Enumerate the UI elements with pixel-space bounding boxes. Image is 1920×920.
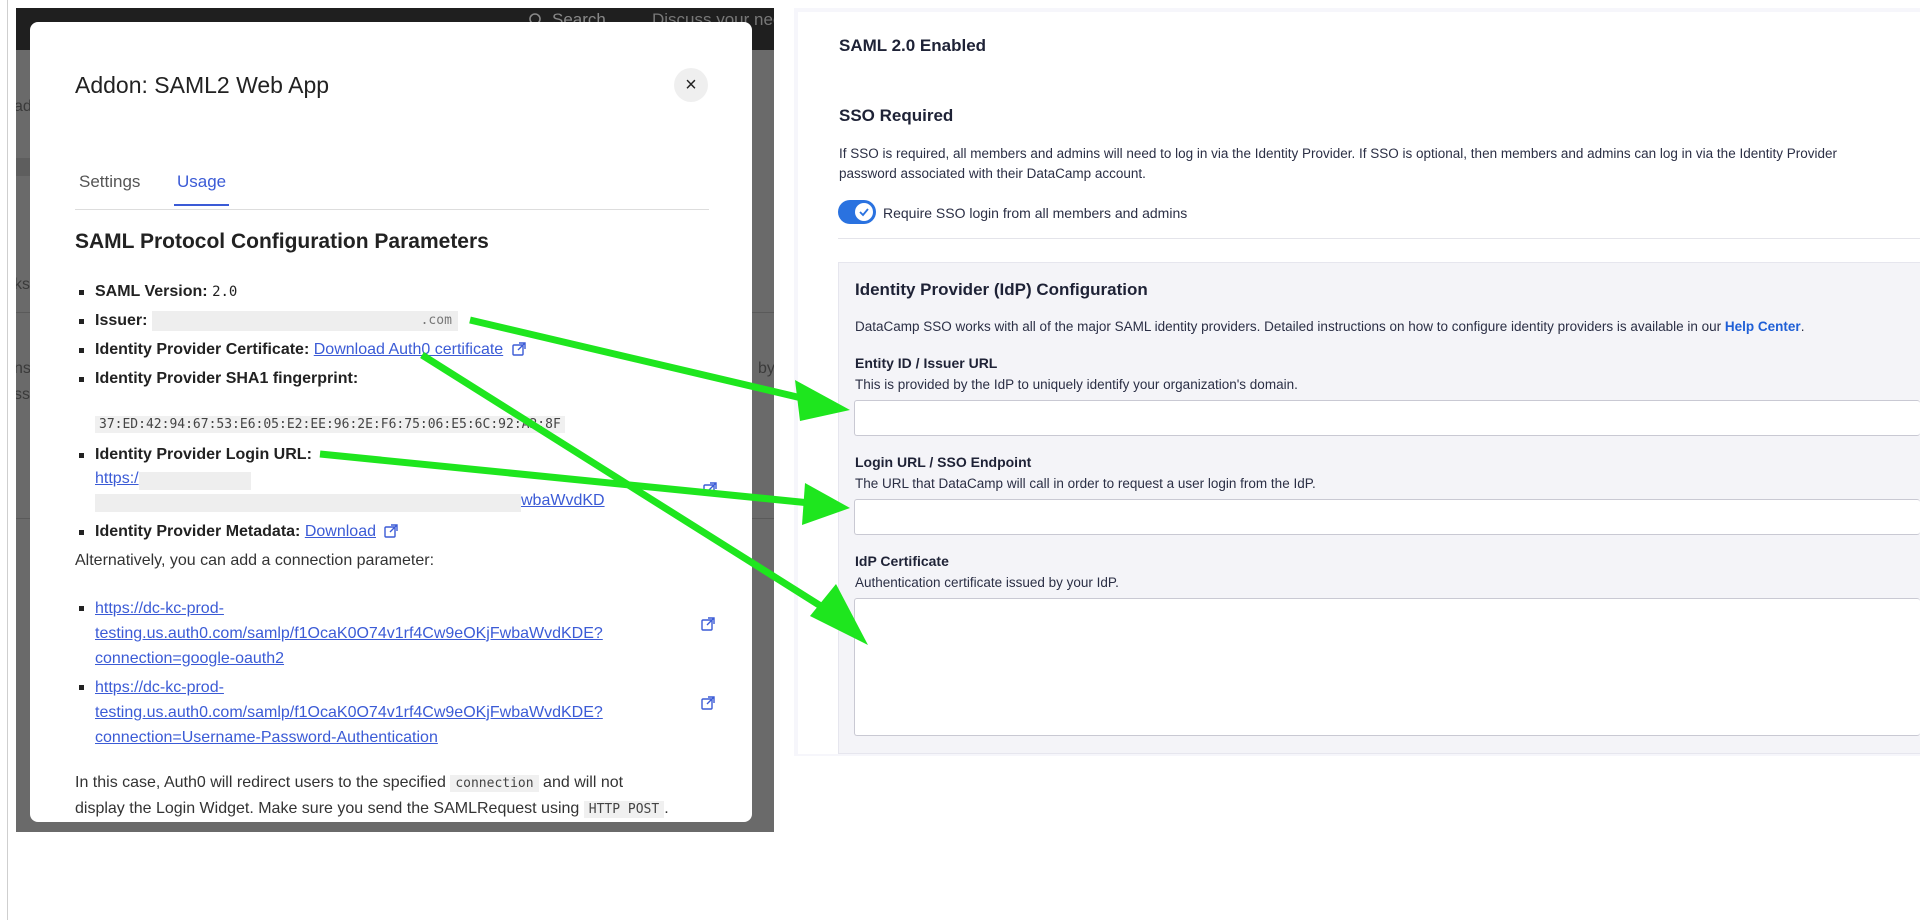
frame-left-edge: [7, 0, 8, 920]
idp-certificate-textarea[interactable]: [854, 598, 1920, 736]
tab-usage[interactable]: Usage: [174, 172, 230, 206]
link-line: connection=google-oauth2: [95, 650, 285, 667]
alt-connection-text: Alternatively, you can add a connection …: [75, 552, 435, 569]
entity-id-input[interactable]: [854, 400, 1920, 436]
help-center-link[interactable]: Help Center: [1725, 319, 1801, 334]
param-value: 2.0: [212, 284, 238, 300]
footer-text-part: In this case, Auth0 will redirect users …: [75, 774, 446, 791]
param-label: Identity Provider Certificate:: [95, 341, 310, 358]
connection-list: https://dc-kc-prod- testing.us.auth0.com…: [75, 596, 715, 754]
modal-tabs: Settings Usage: [75, 152, 709, 210]
login-url-link-end[interactable]: wbaWvdKD: [521, 492, 605, 510]
close-button[interactable]: ×: [674, 68, 708, 102]
external-link-icon[interactable]: [701, 696, 715, 710]
redacted-block: [95, 494, 521, 512]
login-url-help: The URL that DataCamp will call in order…: [855, 476, 1316, 491]
download-certificate-link[interactable]: Download Auth0 certificate: [314, 341, 503, 358]
connection-link[interactable]: https://dc-kc-prod- testing.us.auth0.com…: [95, 679, 603, 746]
param-label: Issuer:: [95, 312, 148, 330]
idp-description: DataCamp SSO works with all of the major…: [855, 317, 1804, 337]
param-label: Identity Provider SHA1 fingerprint:: [95, 370, 359, 387]
require-sso-toggle[interactable]: [838, 200, 876, 224]
toggle-label: Require SSO login from all members and a…: [883, 205, 1188, 221]
external-link-icon[interactable]: [703, 482, 717, 496]
login-url-input[interactable]: [854, 499, 1920, 535]
login-url-value: https:/ wbaWvdKD: [95, 470, 695, 520]
saml-enabled-title: SAML 2.0 Enabled: [839, 36, 987, 55]
section-title: SAML Protocol Configuration Parameters: [75, 230, 489, 253]
footer-text-part: and will not: [543, 774, 624, 791]
sso-description: If SSO is required, all members and admi…: [839, 144, 1837, 184]
param-label: Identity Provider Metadata:: [95, 523, 301, 540]
modal-title: Addon: SAML2 Web App: [75, 72, 330, 98]
bg-text-fragment: ns: [16, 360, 31, 377]
sha1-fingerprint: 37:ED:42:94:67:53:E6:05:E2:EE:96:2E:F6:7…: [95, 416, 565, 433]
login-url-label: Login URL / SSO Endpoint: [855, 454, 1032, 470]
link-line: https://dc-kc-prod-: [95, 679, 224, 696]
addon-modal: Addon: SAML2 Web App × Settings Usage SA…: [30, 22, 752, 822]
bg-text-fragment: ks: [16, 276, 30, 293]
toggle-knob: [855, 203, 873, 221]
sso-desc-line: If SSO is required, all members and admi…: [839, 146, 1837, 161]
link-line: https://dc-kc-prod-: [95, 600, 224, 617]
link-line: testing.us.auth0.com/samlp/f1OcaK0O74v1r…: [95, 704, 603, 721]
param-metadata: Identity Provider Metadata: Download: [75, 522, 399, 542]
idp-desc-text: DataCamp SSO works with all of the major…: [855, 319, 1722, 334]
tab-settings[interactable]: Settings: [79, 172, 140, 204]
idp-certificate-help: Authentication certificate issued by you…: [855, 575, 1119, 590]
param-label: SAML Version:: [95, 283, 208, 300]
sso-desc-line: password associated with their DataCamp …: [839, 166, 1146, 181]
idp-config-title: Identity Provider (IdP) Configuration: [855, 280, 1148, 299]
bg-text-fragment: by: [758, 360, 774, 377]
param-sha1: Identity Provider SHA1 fingerprint:: [75, 369, 715, 419]
footer-text: In this case, Auth0 will redirect users …: [75, 770, 725, 822]
list-item: https://dc-kc-prod- testing.us.auth0.com…: [75, 596, 715, 671]
param-login-url: Identity Provider Login URL:: [75, 445, 312, 465]
idp-certificate-label: IdP Certificate: [855, 553, 949, 569]
check-icon: [859, 208, 869, 217]
connection-link[interactable]: https://dc-kc-prod- testing.us.auth0.com…: [95, 600, 603, 667]
external-link-icon[interactable]: [511, 342, 526, 356]
issuer-value: .com: [151, 311, 458, 331]
param-issuer: Issuer: .com: [75, 311, 458, 331]
bg-text-fragment: ss: [16, 386, 30, 403]
code-inline: HTTP POST: [583, 801, 665, 818]
entity-id-help: This is provided by the IdP to uniquely …: [855, 377, 1298, 392]
section-divider: [838, 238, 1920, 239]
external-link-icon[interactable]: [384, 524, 399, 538]
idp-desc-end: .: [1800, 319, 1805, 334]
footer-text-part: display the Login Widget. Make sure you …: [75, 800, 580, 817]
code-inline: connection: [450, 775, 539, 792]
link-line: connection=Username-Password-Authenticat…: [95, 729, 438, 746]
sso-required-title: SSO Required: [839, 106, 954, 125]
login-url-link[interactable]: https:/: [95, 470, 139, 488]
download-metadata-link[interactable]: Download: [305, 523, 376, 540]
param-certificate: Identity Provider Certificate: Download …: [75, 340, 526, 360]
footer-text-part: .: [664, 800, 669, 817]
list-item: https://dc-kc-prod- testing.us.auth0.com…: [75, 675, 715, 750]
external-link-icon[interactable]: [701, 617, 715, 631]
param-label: Identity Provider Login URL:: [95, 446, 312, 463]
close-icon: ×: [685, 73, 697, 96]
param-saml-version: SAML Version: 2.0: [75, 282, 237, 302]
params-list: SAML Version: 2.0 Issuer: .com Identity …: [75, 282, 717, 542]
redacted-block: [139, 472, 251, 490]
link-line: testing.us.auth0.com/samlp/f1OcaK0O74v1r…: [95, 625, 603, 642]
entity-id-label: Entity ID / Issuer URL: [855, 355, 998, 371]
